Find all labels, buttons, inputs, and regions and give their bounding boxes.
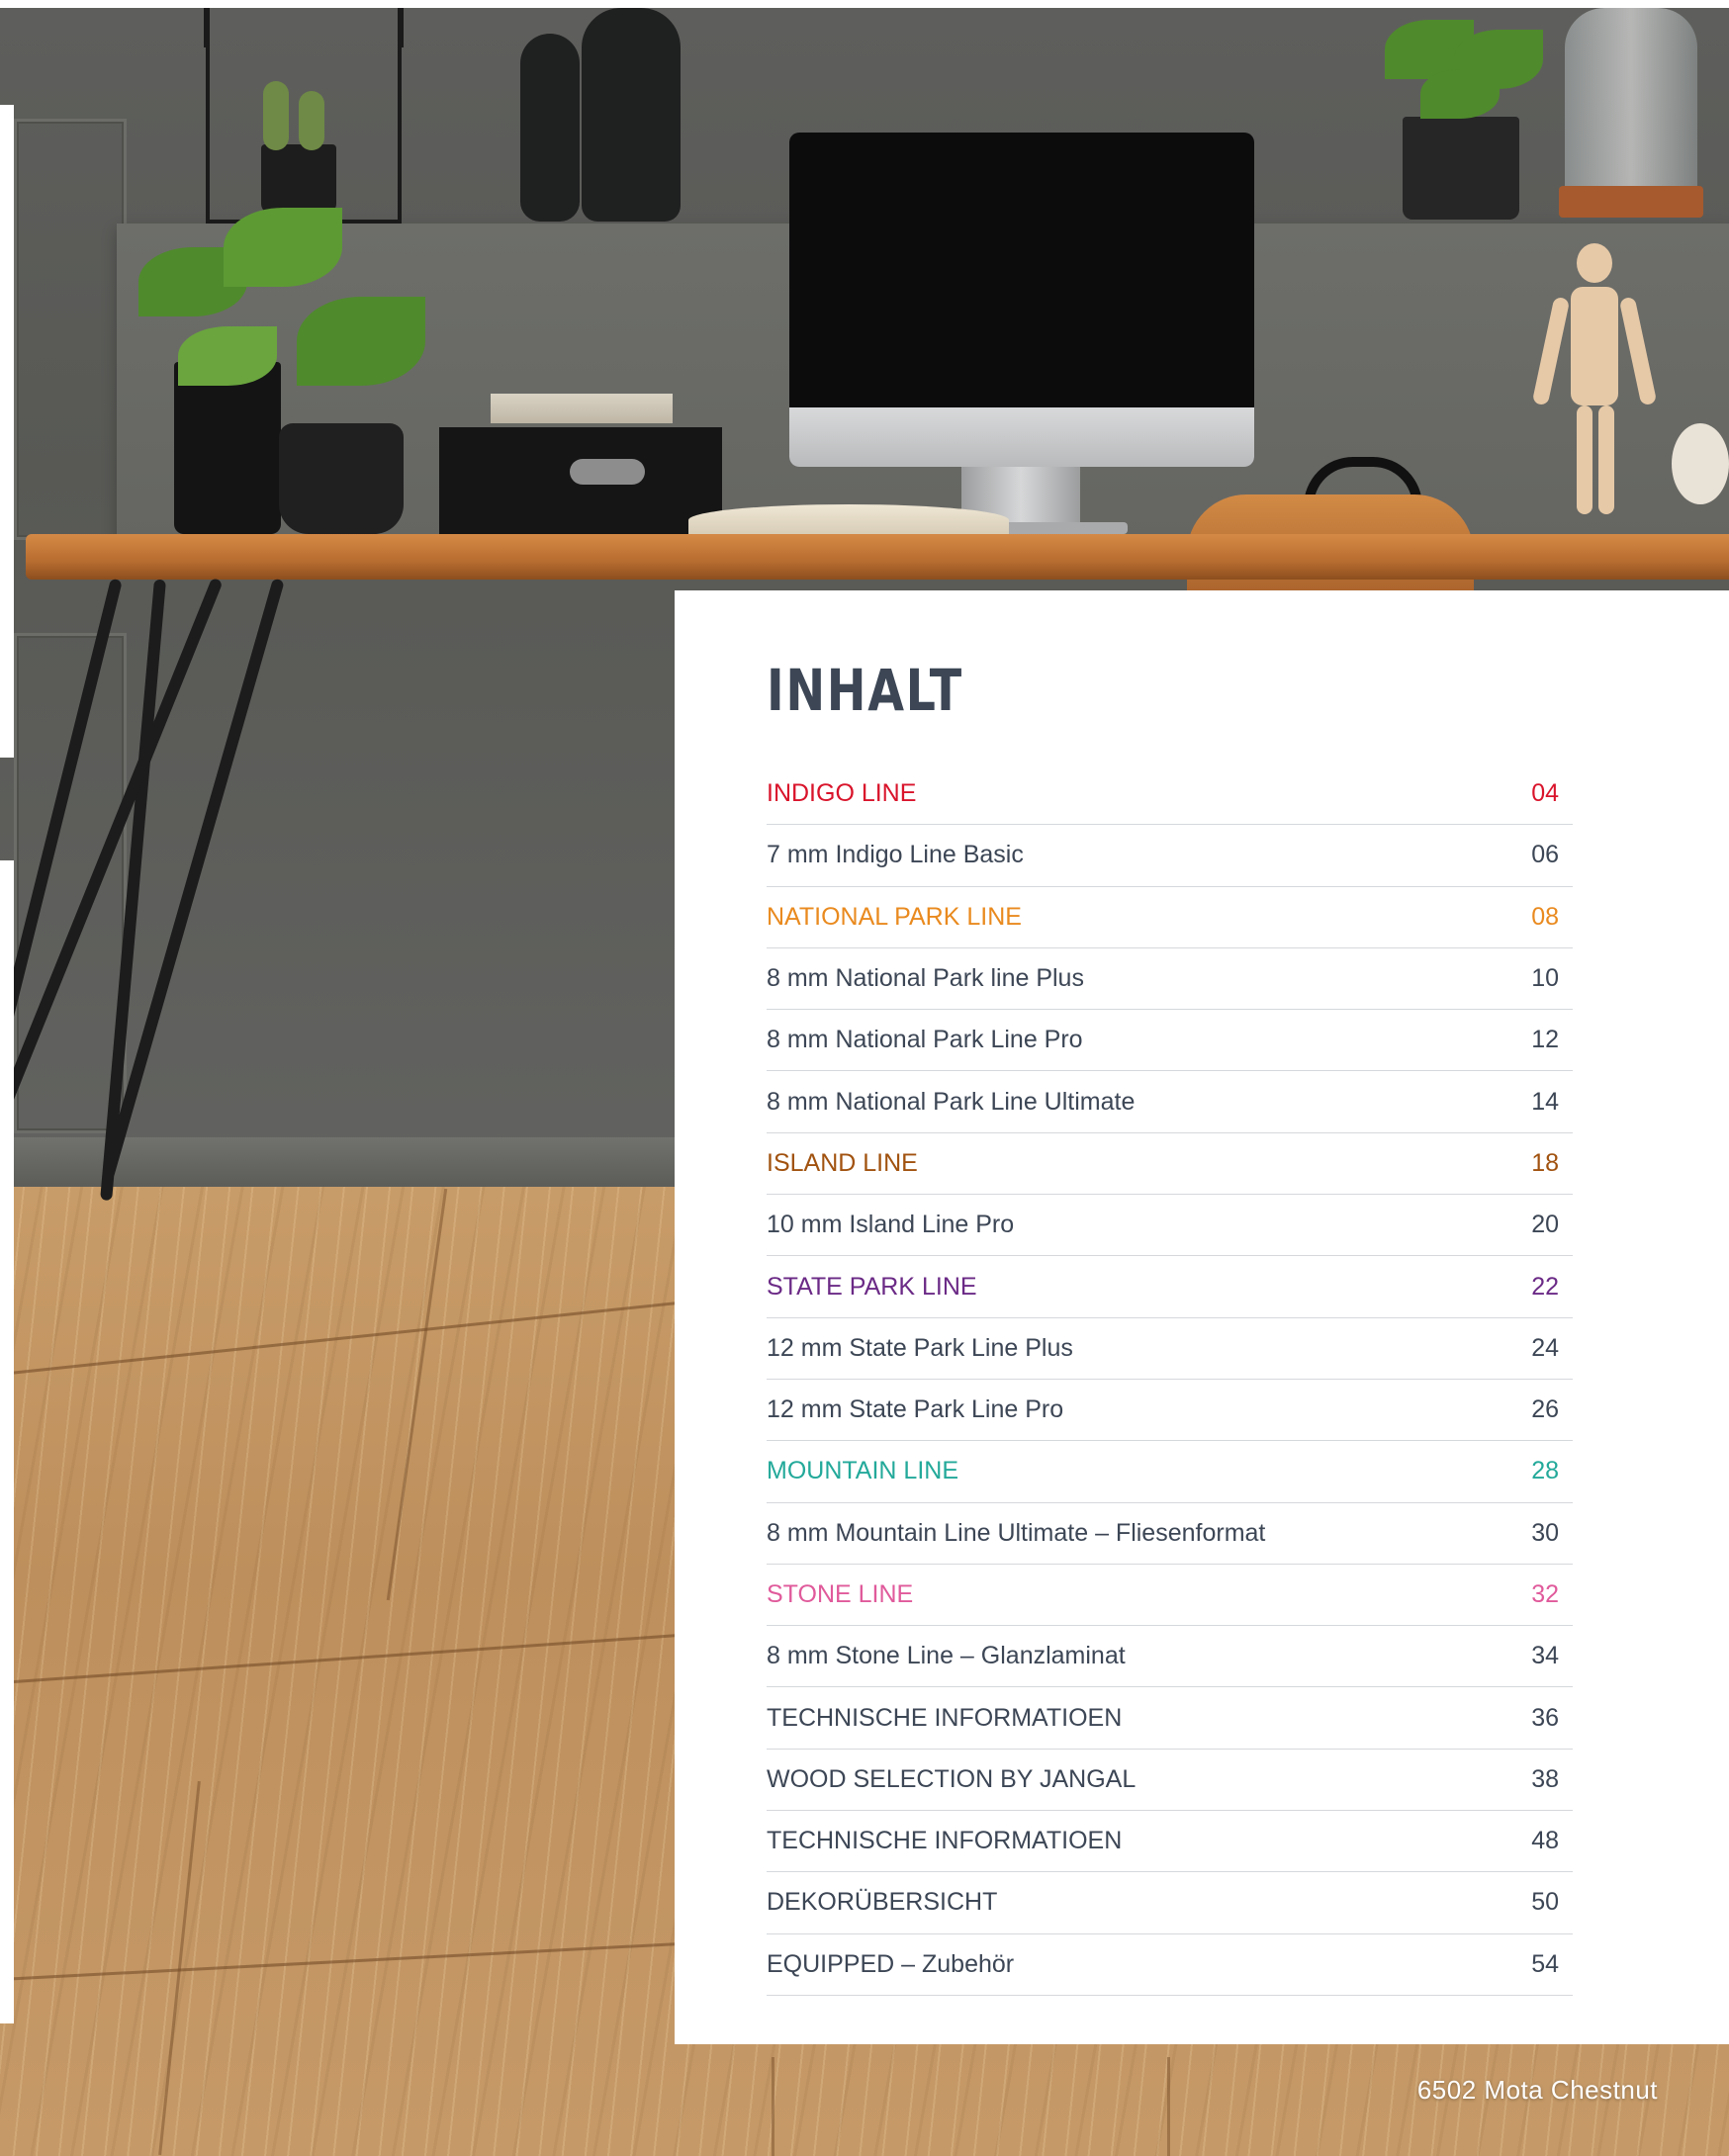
photo-caption: 6502 Mota Chestnut	[1416, 2075, 1658, 2105]
plant-pot	[1403, 117, 1519, 220]
toc-page-number: 04	[1531, 779, 1559, 808]
toc-entry-row[interactable]: 12 mm State Park Line Pro 26	[767, 1380, 1573, 1442]
page-title: INHALT	[767, 657, 963, 724]
glass-vase-base	[1559, 186, 1703, 218]
plant-leaf	[1420, 69, 1500, 119]
toc-section-row[interactable]: NATIONAL PARK LINE 08	[767, 887, 1573, 948]
toc-page-number: 50	[1531, 1888, 1559, 1917]
toc-entry-row[interactable]: 8 mm Mountain Line Ultimate – Fliesenfor…	[767, 1503, 1573, 1565]
page-margin	[0, 860, 14, 2023]
toc-page-number: 08	[1531, 902, 1559, 931]
toc-section-label: STATE PARK LINE	[767, 1272, 977, 1301]
toc-entry-label: 8 mm Mountain Line Ultimate – Fliesenfor…	[767, 1518, 1266, 1547]
toc-entry-label: TECHNISCHE INFORMATIOEN	[767, 1827, 1123, 1855]
wall-moulding	[14, 633, 127, 1133]
wall-moulding	[14, 119, 127, 540]
toc-section-label: MOUNTAIN LINE	[767, 1457, 958, 1485]
open-book	[688, 504, 1009, 536]
toc-section-row[interactable]: STONE LINE 32	[767, 1565, 1573, 1627]
page-margin	[0, 0, 1729, 8]
toc-entry-label: DEKORÜBERSICHT	[767, 1888, 998, 1917]
toc-entry-label: 10 mm Island Line Pro	[767, 1211, 1015, 1239]
toc-page-number: 14	[1531, 1087, 1559, 1116]
toc-page-number: 38	[1531, 1764, 1559, 1793]
toc-page-number: 12	[1531, 1026, 1559, 1054]
toc-section-label: ISLAND LINE	[767, 1148, 918, 1177]
toc-entry-row[interactable]: 12 mm State Park Line Plus 24	[767, 1318, 1573, 1380]
vase	[582, 8, 681, 222]
toc-page-number: 28	[1531, 1457, 1559, 1485]
toc-page-number: 34	[1531, 1642, 1559, 1670]
page-margin	[0, 105, 14, 758]
toc-page-number: 32	[1531, 1580, 1559, 1608]
toc-page-number: 54	[1531, 1949, 1559, 1978]
desk-top	[26, 534, 1729, 580]
toc-entry-label: WOOD SELECTION BY JANGAL	[767, 1764, 1137, 1793]
toc-entry-label: 8 mm National Park Line Ultimate	[767, 1087, 1136, 1116]
toc-page-number: 48	[1531, 1827, 1559, 1855]
toc-entry-label: 8 mm National Park line Plus	[767, 964, 1084, 993]
toc-page-number: 22	[1531, 1272, 1559, 1301]
toc-section-row[interactable]: ISLAND LINE 18	[767, 1133, 1573, 1196]
toc-entry-row[interactable]: DEKORÜBERSICHT 50	[767, 1872, 1573, 1934]
cactus	[299, 91, 324, 150]
wooden-mannequin	[1598, 405, 1614, 514]
toc-entry-row[interactable]: WOOD SELECTION BY JANGAL 38	[767, 1750, 1573, 1812]
toc-entry-label: 12 mm State Park Line Plus	[767, 1333, 1073, 1362]
plant-leaf	[297, 297, 425, 386]
toc-entry-row[interactable]: TECHNISCHE INFORMATIOEN 48	[767, 1811, 1573, 1873]
toc-page-number: 06	[1531, 841, 1559, 869]
toc-entry-row[interactable]: 8 mm National Park Line Ultimate 14	[767, 1071, 1573, 1133]
toc-entry-label: EQUIPPED – Zubehör	[767, 1949, 1015, 1978]
toc-section-row[interactable]: INDIGO LINE 04	[767, 764, 1573, 826]
cactus-pot	[261, 144, 336, 214]
toc-page-number: 36	[1531, 1703, 1559, 1732]
toc-entry-label: 7 mm Indigo Line Basic	[767, 841, 1024, 869]
plant-leaf	[224, 208, 342, 287]
plant-pot	[279, 423, 404, 534]
toc-entry-label: 12 mm State Park Line Pro	[767, 1395, 1064, 1424]
toc-entry-row[interactable]: 8 mm National Park Line Pro 12	[767, 1010, 1573, 1072]
toc-section-label: INDIGO LINE	[767, 779, 917, 808]
toc-page-number: 30	[1531, 1518, 1559, 1547]
books	[491, 394, 673, 423]
decor-ball	[1672, 423, 1729, 504]
toc-page-number: 18	[1531, 1148, 1559, 1177]
toc-section-row[interactable]: STATE PARK LINE 22	[767, 1256, 1573, 1318]
toc-entry-label: 8 mm National Park Line Pro	[767, 1026, 1083, 1054]
storage-box-handle	[570, 459, 645, 485]
toc-entry-row[interactable]: 10 mm Island Line Pro 20	[767, 1195, 1573, 1257]
toc-page-number: 26	[1531, 1395, 1559, 1424]
toc-section-label: NATIONAL PARK LINE	[767, 902, 1022, 931]
toc-entry-label: 8 mm Stone Line – Glanzlaminat	[767, 1642, 1126, 1670]
cactus	[263, 81, 289, 150]
toc-page-number: 24	[1531, 1333, 1559, 1362]
toc-entry-row[interactable]: TECHNISCHE INFORMATIOEN 36	[767, 1687, 1573, 1750]
toc-section-row[interactable]: MOUNTAIN LINE 28	[767, 1441, 1573, 1503]
wooden-mannequin	[1571, 287, 1618, 405]
toc-entry-row[interactable]: 8 mm National Park line Plus 10	[767, 948, 1573, 1011]
table-of-contents: INDIGO LINE 04 7 mm Indigo Line Basic 06 NAT…	[767, 764, 1573, 1996]
monitor-chin	[789, 407, 1254, 467]
toc-page-number: 20	[1531, 1211, 1559, 1239]
toc-page-number: 10	[1531, 964, 1559, 993]
toc-section-label: STONE LINE	[767, 1580, 914, 1608]
toc-entry-label: TECHNISCHE INFORMATIOEN	[767, 1703, 1123, 1732]
wooden-mannequin	[1577, 243, 1612, 283]
toc-entry-row[interactable]: 8 mm Stone Line – Glanzlaminat 34	[767, 1626, 1573, 1688]
plant-pot	[174, 362, 281, 534]
plant-leaf	[178, 326, 277, 386]
vase	[520, 34, 580, 222]
toc-entry-row[interactable]: 7 mm Indigo Line Basic 06	[767, 825, 1573, 887]
toc-entry-row[interactable]: EQUIPPED – Zubehör 54	[767, 1934, 1573, 1996]
wooden-mannequin	[1577, 405, 1592, 514]
glass-vase	[1565, 8, 1697, 202]
